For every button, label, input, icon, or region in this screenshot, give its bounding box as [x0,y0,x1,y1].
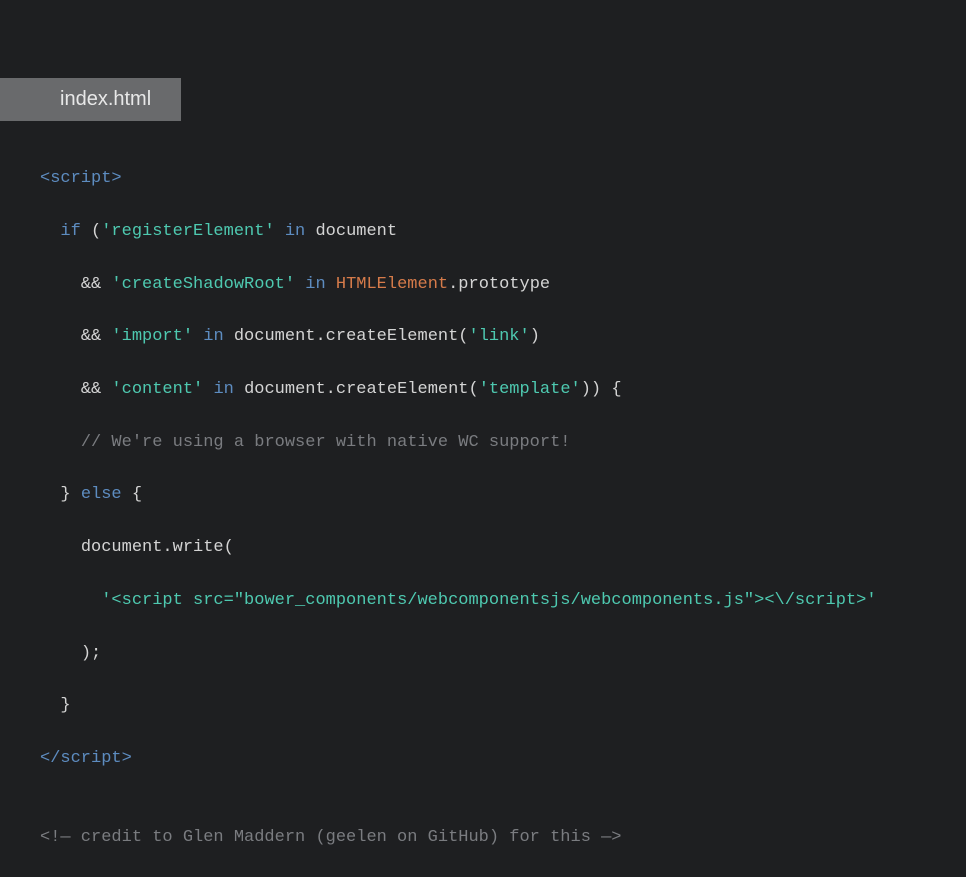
code-line: </script> [40,746,946,772]
code-line: && 'createShadowRoot' in HTMLElement.pro… [40,272,946,298]
code-line: } [40,693,946,719]
code-block: <script> if ('registerElement' in docume… [40,140,946,877]
code-line: } else { [40,482,946,508]
file-tab-label: index.html [60,88,151,110]
code-line: '<script src="bower_components/webcompon… [40,588,946,614]
code-line: && 'content' in document.createElement('… [40,377,946,403]
code-line: // We're using a browser with native WC … [40,430,946,456]
code-line: if ('registerElement' in document [40,219,946,245]
code-line: document.write( [40,535,946,561]
code-line: <script> [40,166,946,192]
code-line: && 'import' in document.createElement('l… [40,324,946,350]
credit-comment: <!— credit to Glen Maddern (geelen on Gi… [40,825,946,851]
file-tab[interactable]: index.html [0,78,181,121]
code-line: ); [40,641,946,667]
